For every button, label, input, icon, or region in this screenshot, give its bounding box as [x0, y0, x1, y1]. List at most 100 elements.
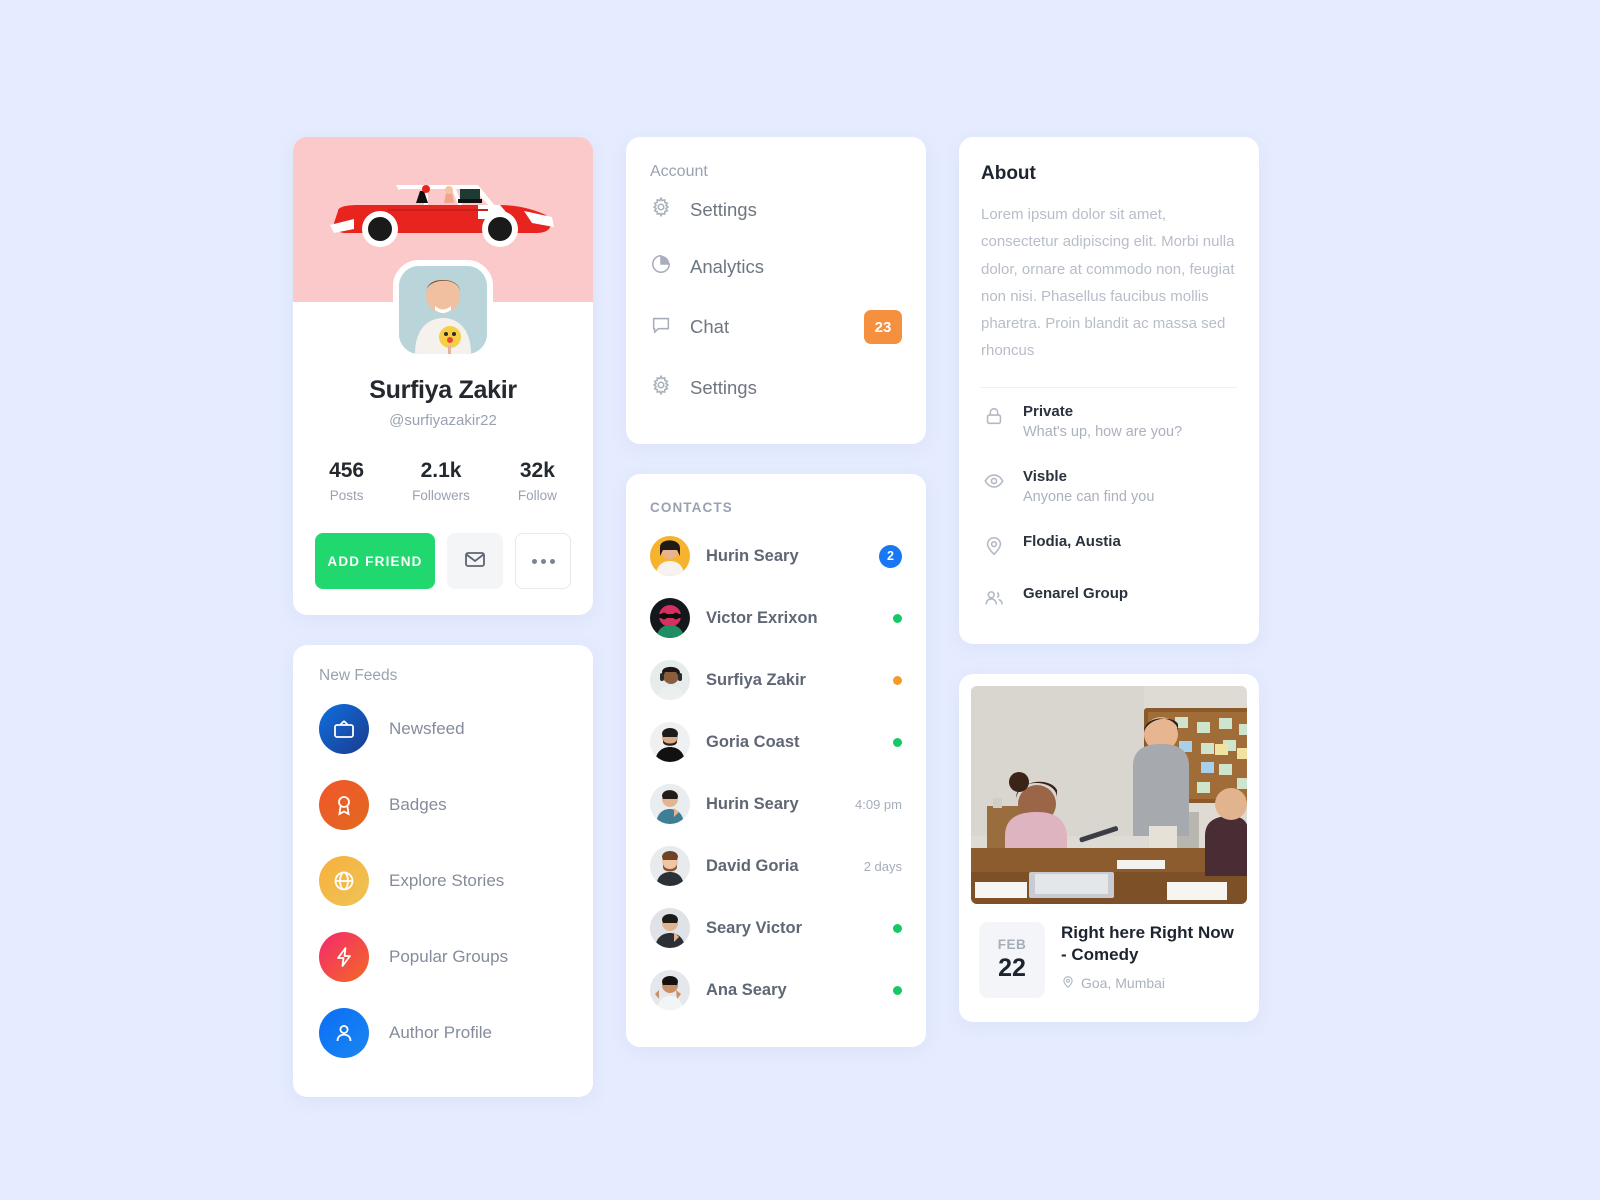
location-pin-icon: [1061, 975, 1075, 992]
feed-item-label: Popular Groups: [389, 947, 509, 966]
contact-row[interactable]: Seary Victor: [626, 897, 926, 959]
pie-chart-icon: [650, 253, 672, 280]
eye-icon: [981, 468, 1007, 492]
avatar: [650, 598, 690, 638]
feed-item-label: Newsfeed: [389, 719, 465, 738]
stat-value: 2.1k: [420, 459, 462, 482]
stat-value: 456: [329, 459, 365, 482]
avatar: [650, 536, 690, 576]
contact-row[interactable]: David Goria 2 days: [626, 835, 926, 897]
avatar: [650, 784, 690, 824]
event-info: Right here Right Now - Comedy Goa, Mumba…: [1061, 922, 1239, 998]
profile-stats: 456 Posts 2.1k Followers 32k Follow: [293, 459, 593, 503]
account-item-settings-2[interactable]: Settings: [626, 359, 926, 416]
gear-icon: [650, 196, 672, 223]
feed-item-label: Badges: [389, 795, 447, 814]
envelope-icon: [463, 547, 487, 576]
globe-icon: [319, 856, 369, 906]
event-location-text: Goa, Mumbai: [1081, 975, 1166, 992]
contact-name: Hurin Seary: [706, 794, 799, 813]
account-item-chat[interactable]: Chat 23: [626, 295, 926, 359]
stat-posts: 456 Posts: [329, 459, 364, 503]
contact-row[interactable]: Goria Coast: [626, 711, 926, 773]
lock-icon: [981, 403, 1007, 427]
avatar: [650, 908, 690, 948]
more-dots-icon: [531, 558, 555, 564]
about-row-group: Genarel Group: [981, 570, 1237, 622]
more-options-button[interactable]: [515, 533, 571, 589]
about-card: About Lorem ipsum dolor sit amet, consec…: [959, 137, 1259, 644]
feed-item-explore-stories[interactable]: Explore Stories: [293, 843, 593, 919]
column-middle: Account Settings Analytics Chat 23 Setti…: [626, 137, 926, 1047]
account-title: Account: [650, 163, 708, 180]
contact-meta: 4:09 pm: [855, 796, 902, 812]
event-card[interactable]: FEB 22 Right here Right Now - Comedy Goa…: [959, 673, 1259, 1022]
status-dot: [893, 675, 902, 685]
tv-icon: [319, 704, 369, 754]
user-icon: [319, 1008, 369, 1058]
about-row-title: Private: [1023, 402, 1074, 420]
about-row-title: Flodia, Austia: [1023, 532, 1121, 550]
event-body: FEB 22 Right here Right Now - Comedy Goa…: [959, 904, 1259, 1022]
account-item-settings[interactable]: Settings: [626, 181, 926, 238]
profile-cover: [293, 137, 593, 360]
users-icon: [981, 585, 1007, 609]
contacts-card: CONTACTS Hurin Seary 2 Victor Exrixon Su…: [626, 474, 926, 1047]
feed-item-author-profile[interactable]: Author Profile: [293, 995, 593, 1071]
stat-followers: 2.1k Followers: [412, 459, 470, 503]
status-dot: [893, 613, 902, 623]
contact-name: Ana Seary: [706, 980, 787, 999]
location-icon: [981, 533, 1007, 557]
avatar: [650, 970, 690, 1010]
contact-row[interactable]: Surfiya Zakir: [626, 649, 926, 711]
office-meeting-photo: [971, 685, 1247, 904]
event-day: 22: [998, 953, 1026, 982]
about-row-title: Genarel Group: [1023, 584, 1129, 602]
contact-row[interactable]: Hurin Seary 4:09 pm: [626, 773, 926, 835]
add-friend-button[interactable]: ADD FRIEND: [315, 533, 435, 589]
dashboard-board: Surfiya Zakir @surfiyazakir22 456 Posts …: [293, 137, 1307, 1097]
chat-badge: 23: [864, 310, 902, 344]
contact-name: Seary Victor: [706, 918, 803, 937]
account-item-analytics[interactable]: Analytics: [626, 238, 926, 295]
account-item-label: Chat: [690, 316, 730, 337]
contacts-title: CONTACTS: [650, 500, 733, 515]
status-dot: [893, 737, 902, 747]
feed-item-label: Explore Stories: [389, 871, 505, 890]
account-menu-card: Account Settings Analytics Chat 23 Setti…: [626, 137, 926, 444]
about-row-subtitle: Anyone can find you: [1023, 488, 1155, 505]
about-description: Lorem ipsum dolor sit amet, consectetur …: [981, 201, 1237, 388]
event-location: Goa, Mumbai: [1061, 975, 1239, 992]
about-row-subtitle: What's up, how are you?: [1023, 423, 1183, 440]
column-right: About Lorem ipsum dolor sit amet, consec…: [959, 137, 1259, 1022]
feed-item-popular-groups[interactable]: Popular Groups: [293, 919, 593, 995]
profile-handle: @surfiyazakir22: [389, 412, 497, 429]
profile-card: Surfiya Zakir @surfiyazakir22 456 Posts …: [293, 137, 593, 615]
avatar[interactable]: [393, 260, 493, 360]
contact-name: Hurin Seary: [706, 546, 799, 565]
about-row-location: Flodia, Austia: [981, 518, 1237, 570]
stat-label: Followers: [412, 488, 470, 503]
award-icon: [319, 780, 369, 830]
contact-row[interactable]: Hurin Seary 2: [626, 525, 926, 587]
status-dot: [893, 923, 902, 933]
contact-row[interactable]: Ana Seary: [626, 959, 926, 1021]
new-feeds-card: New Feeds Newsfeed Badges Explore Storie…: [293, 645, 593, 1097]
stat-label: Follow: [517, 488, 557, 503]
contact-name: Surfiya Zakir: [706, 670, 806, 689]
message-button[interactable]: [447, 533, 503, 589]
about-row-title: Visble: [1023, 467, 1067, 485]
feed-item-newsfeed[interactable]: Newsfeed: [293, 691, 593, 767]
status-dot: [893, 985, 902, 995]
event-month: FEB: [997, 936, 1027, 952]
contact-name: Victor Exrixon: [706, 608, 818, 627]
account-item-label: Settings: [690, 376, 757, 398]
page-title: Surfiya Zakir: [369, 376, 517, 404]
about-title: About: [981, 163, 1036, 184]
contact-name: Goria Coast: [706, 732, 800, 751]
feed-item-badges[interactable]: Badges: [293, 767, 593, 843]
stat-follow: 32k Follow: [518, 459, 557, 503]
contact-row[interactable]: Victor Exrixon: [626, 587, 926, 649]
bolt-icon: [319, 932, 369, 982]
avatar: [650, 846, 690, 886]
